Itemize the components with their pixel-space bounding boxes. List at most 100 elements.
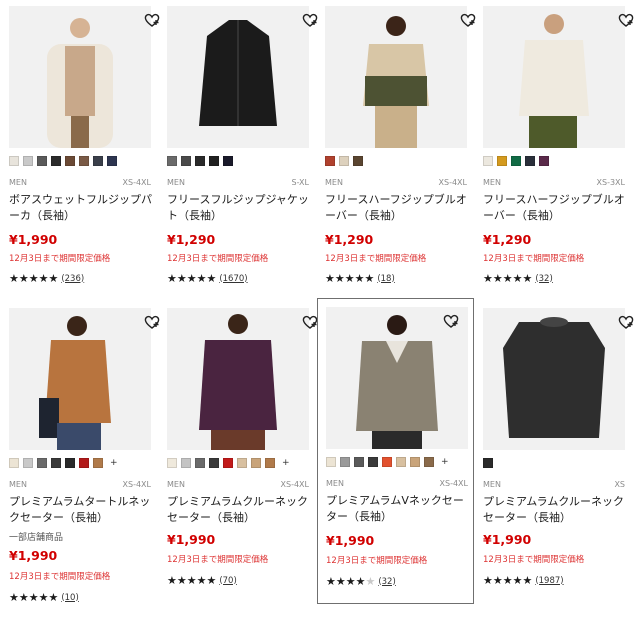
color-swatch[interactable] xyxy=(9,156,19,166)
color-swatch[interactable] xyxy=(326,457,336,467)
product-price: ¥1,990 xyxy=(483,532,532,547)
rating-stars: ★★★★★ xyxy=(326,575,376,588)
rating: ★★★★★ (70) xyxy=(167,574,237,587)
product-price: ¥1,990 xyxy=(9,232,58,247)
product-card[interactable]: + MEN XS-4XL プレミアムラムタートルネックセーター（長袖） 一部店舗商… xyxy=(9,308,166,608)
product-card[interactable]: MEN XS-3XL フリースハーフジップブルオーバー（長袖） ¥1,290 12… xyxy=(483,6,640,306)
rating-stars: ★★★★★ xyxy=(325,272,375,285)
color-swatch[interactable] xyxy=(9,458,19,468)
color-swatch[interactable] xyxy=(368,457,378,467)
product-image[interactable] xyxy=(167,6,309,148)
product-meta: MEN XS-4XL xyxy=(9,480,151,489)
color-swatch[interactable] xyxy=(424,457,434,467)
color-swatch[interactable] xyxy=(65,156,75,166)
color-swatch[interactable] xyxy=(354,457,364,467)
color-swatch[interactable] xyxy=(483,156,493,166)
color-swatch[interactable] xyxy=(181,458,191,468)
product-name[interactable]: プレミアムラムクルーネックセーター（長袖） xyxy=(483,494,631,526)
product-card[interactable]: MEN XS-4XL ボアスウェットフルジップパーカ（長袖） ¥1,990 12月… xyxy=(9,6,166,306)
color-swatch[interactable] xyxy=(223,156,233,166)
color-swatch[interactable] xyxy=(51,458,61,468)
color-swatch[interactable] xyxy=(325,156,335,166)
add-to-favorites-icon[interactable] xyxy=(442,312,460,330)
color-swatches: + xyxy=(9,458,118,468)
store-only-note: 一部店舗商品 xyxy=(9,533,64,543)
product-meta: MEN S-XL xyxy=(167,178,309,187)
color-swatch[interactable] xyxy=(93,156,103,166)
product-meta: MEN XS xyxy=(483,480,625,489)
color-swatch[interactable] xyxy=(37,156,47,166)
product-image[interactable] xyxy=(325,6,467,148)
color-swatch[interactable] xyxy=(107,156,117,166)
limited-price-note: 12月3日まで期間限定価格 xyxy=(483,555,585,565)
color-swatch[interactable] xyxy=(483,458,493,468)
add-to-favorites-icon[interactable] xyxy=(617,313,635,331)
limited-price-note: 12月3日まで期間限定価格 xyxy=(483,254,585,264)
product-card-selected[interactable]: + MEN XS-4XL プレミアムラムVネックセーター（長袖） ¥1,990 1… xyxy=(317,298,474,604)
add-to-favorites-icon[interactable] xyxy=(143,11,161,29)
color-swatch[interactable] xyxy=(51,156,61,166)
add-to-favorites-icon[interactable] xyxy=(143,313,161,331)
product-name[interactable]: フリースハーフジップブルオーバー（長袖） xyxy=(483,192,631,224)
color-swatch[interactable] xyxy=(37,458,47,468)
add-to-favorites-icon[interactable] xyxy=(459,11,477,29)
color-swatch[interactable] xyxy=(209,458,219,468)
color-swatch[interactable] xyxy=(93,458,103,468)
product-name[interactable]: プレミアムラムVネックセーター（長袖） xyxy=(326,493,474,525)
color-swatch[interactable] xyxy=(410,457,420,467)
product-name[interactable]: プレミアムラムクルーネックセーター（長袖） xyxy=(167,494,315,526)
rating-stars: ★★★★★ xyxy=(167,272,217,285)
product-image[interactable] xyxy=(483,308,625,450)
rating-stars: ★★★★★ xyxy=(167,574,217,587)
rating: ★★★★★ (1987) xyxy=(483,574,564,587)
color-swatch[interactable] xyxy=(79,156,89,166)
color-swatch[interactable] xyxy=(339,156,349,166)
review-count: (18) xyxy=(377,273,395,284)
product-image[interactable] xyxy=(9,308,151,450)
product-image[interactable] xyxy=(483,6,625,148)
color-swatch[interactable] xyxy=(167,156,177,166)
product-meta: MEN XS-3XL xyxy=(483,178,625,187)
color-swatch[interactable] xyxy=(195,156,205,166)
product-card[interactable]: MEN XS-4XL フリースハーフジップブルオーバー（長袖） ¥1,290 12… xyxy=(325,6,482,306)
more-colors-indicator[interactable]: + xyxy=(110,458,118,468)
color-swatch[interactable] xyxy=(539,156,549,166)
color-swatch[interactable] xyxy=(396,457,406,467)
add-to-favorites-icon[interactable] xyxy=(301,11,319,29)
color-swatch[interactable] xyxy=(382,457,392,467)
color-swatch[interactable] xyxy=(167,458,177,468)
rating-stars: ★★★★★ xyxy=(9,591,59,604)
product-name[interactable]: プレミアムラムタートルネックセーター（長袖） xyxy=(9,494,157,526)
color-swatch[interactable] xyxy=(265,458,275,468)
color-swatch[interactable] xyxy=(79,458,89,468)
color-swatch[interactable] xyxy=(237,458,247,468)
color-swatch[interactable] xyxy=(209,156,219,166)
more-colors-indicator[interactable]: + xyxy=(441,457,449,467)
color-swatch[interactable] xyxy=(340,457,350,467)
product-card[interactable]: MEN S-XL フリースフルジップジャケット（長袖） ¥1,290 12月3日ま… xyxy=(167,6,324,306)
color-swatch[interactable] xyxy=(497,156,507,166)
color-swatch[interactable] xyxy=(181,156,191,166)
product-meta: MEN XS-4XL xyxy=(167,480,309,489)
color-swatch[interactable] xyxy=(195,458,205,468)
review-count: (32) xyxy=(535,273,553,284)
product-image[interactable] xyxy=(9,6,151,148)
product-name[interactable]: フリースフルジップジャケット（長袖） xyxy=(167,192,315,224)
more-colors-indicator[interactable]: + xyxy=(282,458,290,468)
rating: ★★★★★ (236) xyxy=(9,272,84,285)
product-name[interactable]: ボアスウェットフルジップパーカ（長袖） xyxy=(9,192,157,224)
color-swatch[interactable] xyxy=(511,156,521,166)
add-to-favorites-icon[interactable] xyxy=(617,11,635,29)
color-swatch[interactable] xyxy=(23,156,33,166)
product-name[interactable]: フリースハーフジップブルオーバー（長袖） xyxy=(325,192,473,224)
product-image[interactable] xyxy=(167,308,309,450)
color-swatch[interactable] xyxy=(353,156,363,166)
product-card[interactable]: + MEN XS-4XL プレミアムラムクルーネックセーター（長袖） ¥1,990… xyxy=(167,308,324,608)
color-swatch[interactable] xyxy=(65,458,75,468)
color-swatch[interactable] xyxy=(23,458,33,468)
color-swatch[interactable] xyxy=(525,156,535,166)
product-card[interactable]: MEN XS プレミアムラムクルーネックセーター（長袖） ¥1,990 12月3日… xyxy=(483,308,640,608)
review-count: (10) xyxy=(61,592,79,603)
color-swatch[interactable] xyxy=(223,458,233,468)
color-swatch[interactable] xyxy=(251,458,261,468)
